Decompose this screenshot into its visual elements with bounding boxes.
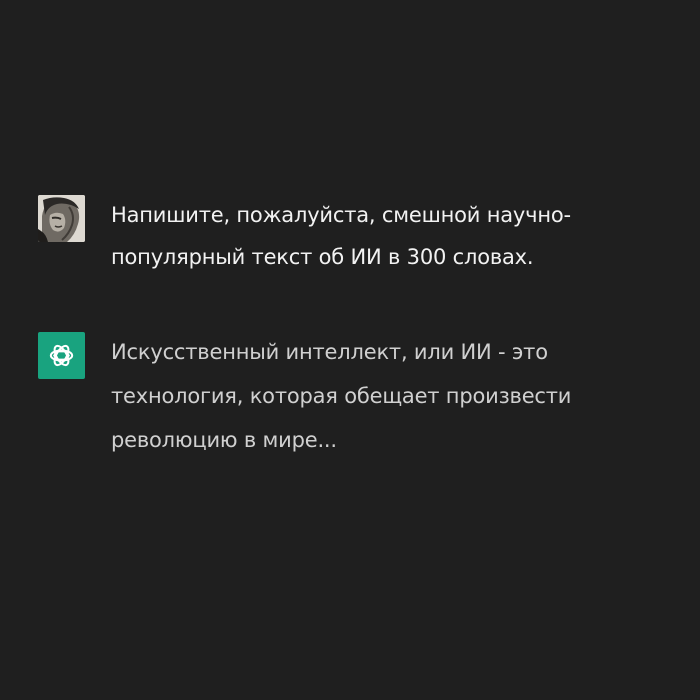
assistant-message: Искусственный интеллект, или ИИ - это те… bbox=[38, 332, 631, 462]
openai-logo-icon bbox=[38, 332, 85, 379]
user-message-text: Напишите, пожалуйста, смешной научно-поп… bbox=[111, 203, 571, 269]
user-message: Напишите, пожалуйста, смешной научно-поп… bbox=[38, 195, 631, 278]
assistant-message-text: Искусственный интеллект, или ИИ - это те… bbox=[111, 340, 572, 452]
user-avatar-icon bbox=[38, 195, 85, 242]
openai-knot-icon bbox=[49, 344, 74, 367]
user-avatar-portrait bbox=[38, 195, 85, 242]
